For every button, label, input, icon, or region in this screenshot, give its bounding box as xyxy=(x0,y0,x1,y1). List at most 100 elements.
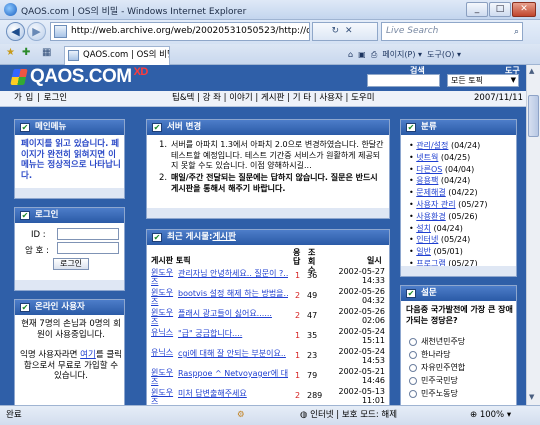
category-item[interactable]: • 응용팩 (04/24) xyxy=(409,175,470,186)
site-scope-select[interactable]: 모든 토픽 ▼ xyxy=(447,74,519,87)
menu-users[interactable]: 사용자 xyxy=(319,93,342,103)
menu-lecture[interactable]: 강 좌 xyxy=(203,93,221,103)
category-item[interactable]: • 다른OS (04/04) xyxy=(409,164,474,175)
category-item[interactable]: • 사용자 관리 (05/27) xyxy=(409,199,487,210)
row-topic[interactable]: 미처 답변출해주세요 xyxy=(178,389,288,398)
menu-etc[interactable]: 기 타 xyxy=(293,93,311,103)
radio-icon[interactable] xyxy=(409,389,417,398)
feeds-icon[interactable]: ▣ xyxy=(358,50,366,59)
row-topic[interactable]: 플래시 광고들이 싫어요...... xyxy=(178,309,288,318)
row-category[interactable]: 윈도우즈 xyxy=(151,288,175,306)
category-name[interactable]: 다른OS xyxy=(416,165,442,174)
row-topic[interactable]: cgi에 대해 잘 안되는 부분이요.. xyxy=(178,349,288,358)
favorites-star-icon[interactable]: ★ xyxy=(6,47,15,58)
row-category[interactable]: 유닉스 xyxy=(151,348,175,357)
search-icon[interactable]: ⌕ xyxy=(514,24,519,41)
online-signup-link[interactable]: 여기 xyxy=(80,350,96,360)
table-row[interactable]: 유닉스 cgi에 대해 잘 안되는 부분이요.. 1 23 2002-05-24 14:5… xyxy=(147,347,389,368)
row-category[interactable]: 윈도우즈 xyxy=(151,368,175,386)
category-name[interactable]: 사용자 관리 xyxy=(416,200,455,209)
category-item[interactable]: • 인터넷 (05/24) xyxy=(409,234,470,245)
radio-icon[interactable] xyxy=(409,363,417,372)
category-name[interactable]: 문제해결 xyxy=(416,188,445,197)
command-bar: ⌂ ▣ ⎙ 페이지(P) ▾ 도구(O) ▾ xyxy=(348,47,461,62)
forward-button[interactable]: ▶ xyxy=(27,22,46,41)
site-search-input[interactable] xyxy=(367,74,440,87)
menu-help[interactable]: 도우미 xyxy=(351,93,374,103)
add-favorites-icon[interactable]: ✚ xyxy=(22,47,30,58)
row-category[interactable]: 윈도우즈 xyxy=(151,308,175,326)
close-button[interactable]: ✕ xyxy=(512,2,536,17)
login-title: 로그인 xyxy=(35,210,59,220)
category-name[interactable]: 응용팩 xyxy=(416,176,438,185)
back-button[interactable]: ◀ xyxy=(6,22,25,41)
row-date: 2002-05-27 14:33 xyxy=(333,267,386,285)
category-item[interactable]: • 관리/설정 (04/24) xyxy=(409,140,480,151)
refresh-icon[interactable]: ↻ xyxy=(331,26,345,36)
join-link[interactable]: 가 입 xyxy=(14,93,33,103)
radio-icon[interactable] xyxy=(409,337,417,346)
row-topic[interactable]: bootvis 설정 해제 하는 방법을.. xyxy=(178,289,288,298)
poll-option[interactable]: 민주국민당 xyxy=(409,375,458,386)
poll-option[interactable]: 새천년민주당 xyxy=(409,336,465,347)
table-row[interactable]: 윈도우즈 미처 답변출해주세요 2 289 2002-05-13 11:01 xyxy=(147,387,389,405)
category-name[interactable]: 설치 xyxy=(416,224,431,233)
address-tools[interactable]: ↻✕ xyxy=(312,22,378,41)
row-category[interactable]: 유닉스 xyxy=(151,328,175,337)
row-topic[interactable]: 관리자님 안녕하세요.. 질문이 ?.. xyxy=(178,269,288,278)
row-category[interactable]: 윈도우즈 xyxy=(151,268,175,286)
row-category[interactable]: 윈도우즈 xyxy=(151,388,175,405)
tools-menu[interactable]: 도구(O) ▾ xyxy=(427,50,461,59)
search-placeholder: Live Search xyxy=(386,26,439,36)
category-name[interactable]: 사용환경 xyxy=(416,212,445,221)
search-input[interactable]: Live Search ⌕ xyxy=(381,22,523,41)
check-icon: ✔ xyxy=(152,123,162,132)
table-row[interactable]: 유닉스 "급" 궁금합니다.... 1 35 2002-05-24 15:11 xyxy=(147,327,389,348)
category-item[interactable]: • 일반 (05/01) xyxy=(409,246,463,257)
print-icon[interactable]: ⎙ xyxy=(371,50,377,59)
category-item[interactable]: • 설치 (04/24) xyxy=(409,223,463,234)
table-row[interactable]: 윈도우즈 플래시 광고들이 싫어요...... 2 47 2002-05-26 02:06 xyxy=(147,307,389,328)
login-pw-field[interactable] xyxy=(57,242,119,254)
login-button[interactable]: 로그인 xyxy=(53,258,89,270)
page-scrollbar[interactable]: ▲ ▼ xyxy=(526,65,540,405)
category-name[interactable]: 관리/설정 xyxy=(416,141,448,150)
poll-option[interactable]: 자유민주연합 xyxy=(409,362,465,373)
site-logo[interactable]: QAOS.COM XD xyxy=(30,66,148,88)
radio-icon[interactable] xyxy=(409,350,417,359)
category-item[interactable]: • 문제해결 (04/22) xyxy=(409,187,478,198)
menu-stories[interactable]: 이야기 xyxy=(229,93,252,103)
row-replies: 1 xyxy=(295,271,301,280)
login-id-field[interactable] xyxy=(57,228,119,240)
login-link[interactable]: 로그인 xyxy=(44,93,67,103)
table-row[interactable]: 윈도우즈 bootvis 설정 해제 하는 방법을.. 2 49 2002-05-26 0… xyxy=(147,287,389,308)
category-name[interactable]: 일반 xyxy=(416,247,431,256)
row-topic[interactable]: Rasppoe ^ Netvoyager에 대하여 xyxy=(178,369,288,378)
scrollbar-thumb[interactable] xyxy=(528,95,539,137)
radio-icon[interactable] xyxy=(409,376,417,385)
poll-option[interactable]: 민주노동당 xyxy=(409,388,458,399)
menu-board[interactable]: 게시판 xyxy=(261,93,284,103)
table-row[interactable]: 윈도우즈Rasppoe ^ Netvoyager에 대하여 1 79 2002-05-… xyxy=(147,367,389,388)
category-item[interactable]: • 넷트웍 (04/25) xyxy=(409,152,470,163)
category-item[interactable]: • 사용환경 (05/26) xyxy=(409,211,478,222)
home-icon[interactable]: ⌂ xyxy=(348,50,353,59)
tab-current[interactable]: QAOS.com | OS의 비밀 xyxy=(64,46,170,65)
menu-tips[interactable]: 팁&텍 xyxy=(172,93,194,103)
scroll-up-icon[interactable]: ▲ xyxy=(529,67,534,75)
page-menu[interactable]: 페이지(P) ▾ xyxy=(382,50,422,59)
scroll-down-icon[interactable]: ▼ xyxy=(529,393,534,401)
quick-tabs-icon[interactable]: ▦ xyxy=(42,47,51,58)
address-input[interactable]: http://web.archive.org/web/2002053105052… xyxy=(50,22,310,41)
zoom-control[interactable]: ⊕ 100% ▾ xyxy=(470,406,511,425)
minimize-button[interactable]: _ xyxy=(466,2,488,17)
table-row[interactable]: 윈도우즈 관리자님 안녕하세요.. 질문이 ?.. 1 36 2002-05-27 14:… xyxy=(147,267,389,288)
poll-option[interactable]: 한나라당 xyxy=(409,349,450,360)
board-title-link[interactable]: 게시판 xyxy=(212,232,235,242)
category-name[interactable]: 넷트웍 xyxy=(416,153,438,162)
stop-icon[interactable]: ✕ xyxy=(345,26,359,36)
row-topic[interactable]: "급" 궁금합니다.... xyxy=(178,329,288,338)
category-header: ✔ 분류 xyxy=(401,120,516,135)
maximize-button[interactable]: □ xyxy=(489,2,511,17)
category-name[interactable]: 인터넷 xyxy=(416,235,438,244)
